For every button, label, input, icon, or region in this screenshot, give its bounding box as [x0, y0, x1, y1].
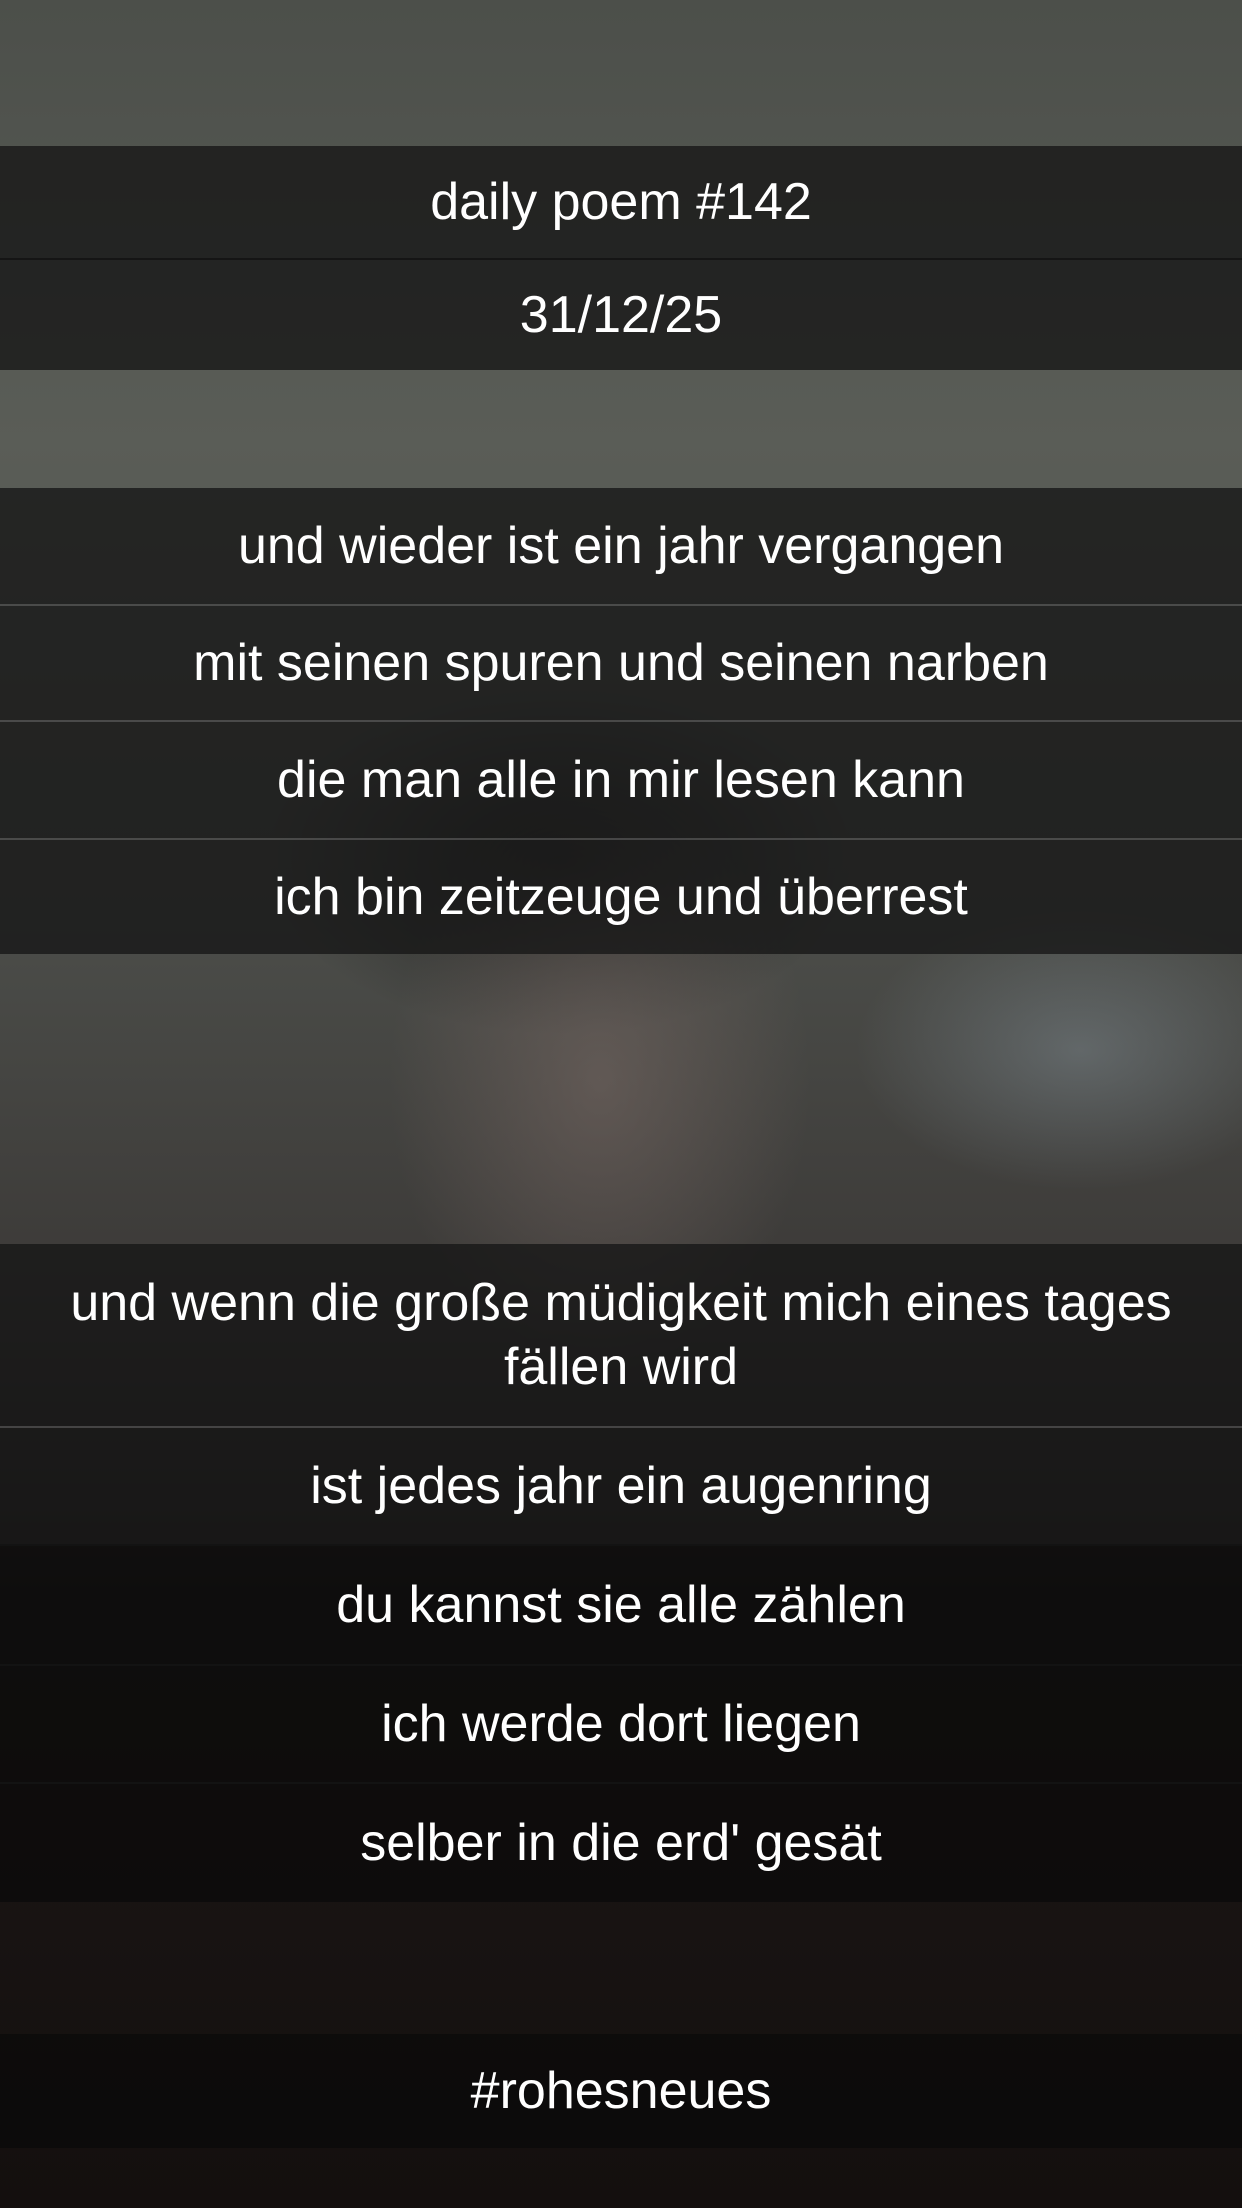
poem-line: du kannst sie alle zählen [0, 1544, 1242, 1664]
poem-line: und wenn die große müdigkeit mich eines … [0, 1244, 1242, 1426]
poem-line: ist jedes jahr ein augenring [0, 1426, 1242, 1544]
poem-line: mit seinen spuren und seinen narben [0, 604, 1242, 720]
poem-line: und wieder ist ein jahr vergangen [0, 488, 1242, 604]
poem-date: 31/12/25 [0, 258, 1242, 370]
poem-line: selber in die erd' gesät [0, 1782, 1242, 1902]
poem-line: die man alle in mir lesen kann [0, 720, 1242, 838]
poem-line: ich bin zeitzeuge und überrest [0, 838, 1242, 954]
hashtag: #rohesneues [0, 2034, 1242, 2148]
poem-title: daily poem #142 [0, 146, 1242, 258]
poem-line: ich werde dort liegen [0, 1664, 1242, 1782]
